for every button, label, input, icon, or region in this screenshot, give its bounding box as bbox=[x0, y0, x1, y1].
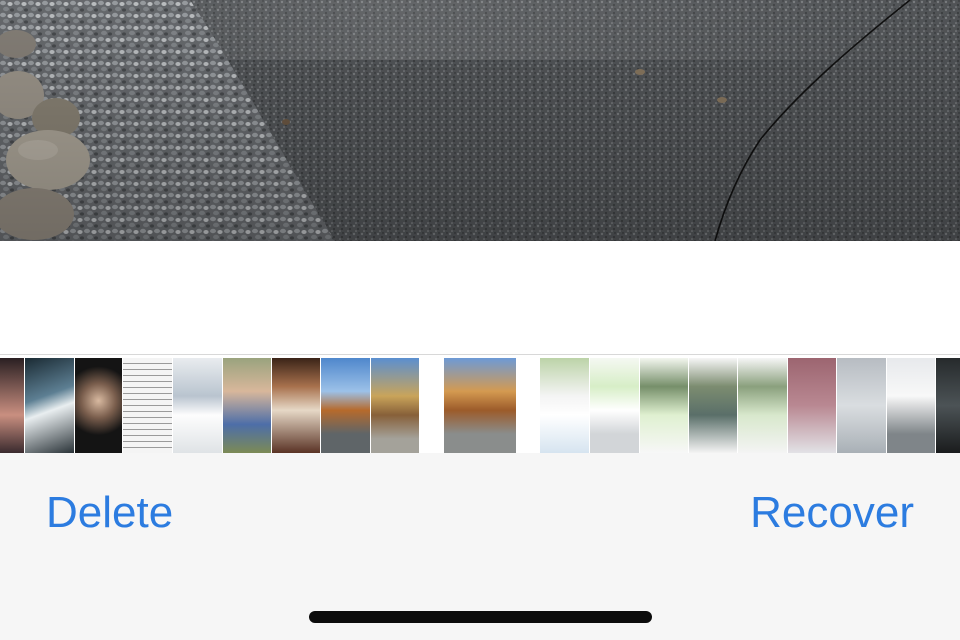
thumb-autumn-pond[interactable] bbox=[321, 358, 370, 453]
thumb-paper-note[interactable] bbox=[173, 358, 222, 453]
thumb-wooden-room[interactable] bbox=[272, 358, 320, 453]
thumb-snowy-field[interactable] bbox=[837, 358, 886, 453]
thumb-autumn-path[interactable] bbox=[371, 358, 419, 453]
thumb-selected-patio[interactable] bbox=[444, 358, 516, 453]
thumb-document-text[interactable] bbox=[123, 358, 172, 453]
thumb-chat-screenshot-1[interactable] bbox=[590, 358, 639, 453]
thumb-car-dashboard[interactable] bbox=[25, 358, 74, 453]
photo-background bbox=[0, 241, 960, 354]
bottom-toolbar: Delete Recover bbox=[0, 453, 960, 640]
home-indicator[interactable] bbox=[309, 611, 652, 623]
thumb-chat-screenshot-2[interactable] bbox=[640, 358, 688, 453]
deleted-photo-viewer: Delete Recover bbox=[0, 0, 960, 640]
thumb-chat-screenshot-4[interactable] bbox=[738, 358, 787, 453]
thumb-real-estate-screenshot[interactable] bbox=[540, 358, 589, 453]
thumb-couple-photo[interactable] bbox=[223, 358, 271, 453]
thumb-chat-screenshot-3[interactable] bbox=[689, 358, 737, 453]
delete-button[interactable]: Delete bbox=[46, 488, 173, 537]
thumb-pink-closeup[interactable] bbox=[788, 358, 836, 453]
thumb-group-selfie[interactable] bbox=[0, 358, 24, 453]
thumb-snowy-car[interactable] bbox=[887, 358, 935, 453]
thumbnail-strip[interactable] bbox=[0, 354, 960, 454]
thumb-car-interior[interactable] bbox=[936, 358, 960, 453]
thumb-dark-portrait[interactable] bbox=[75, 358, 122, 453]
recover-button[interactable]: Recover bbox=[750, 488, 914, 537]
main-photo[interactable] bbox=[0, 0, 960, 241]
